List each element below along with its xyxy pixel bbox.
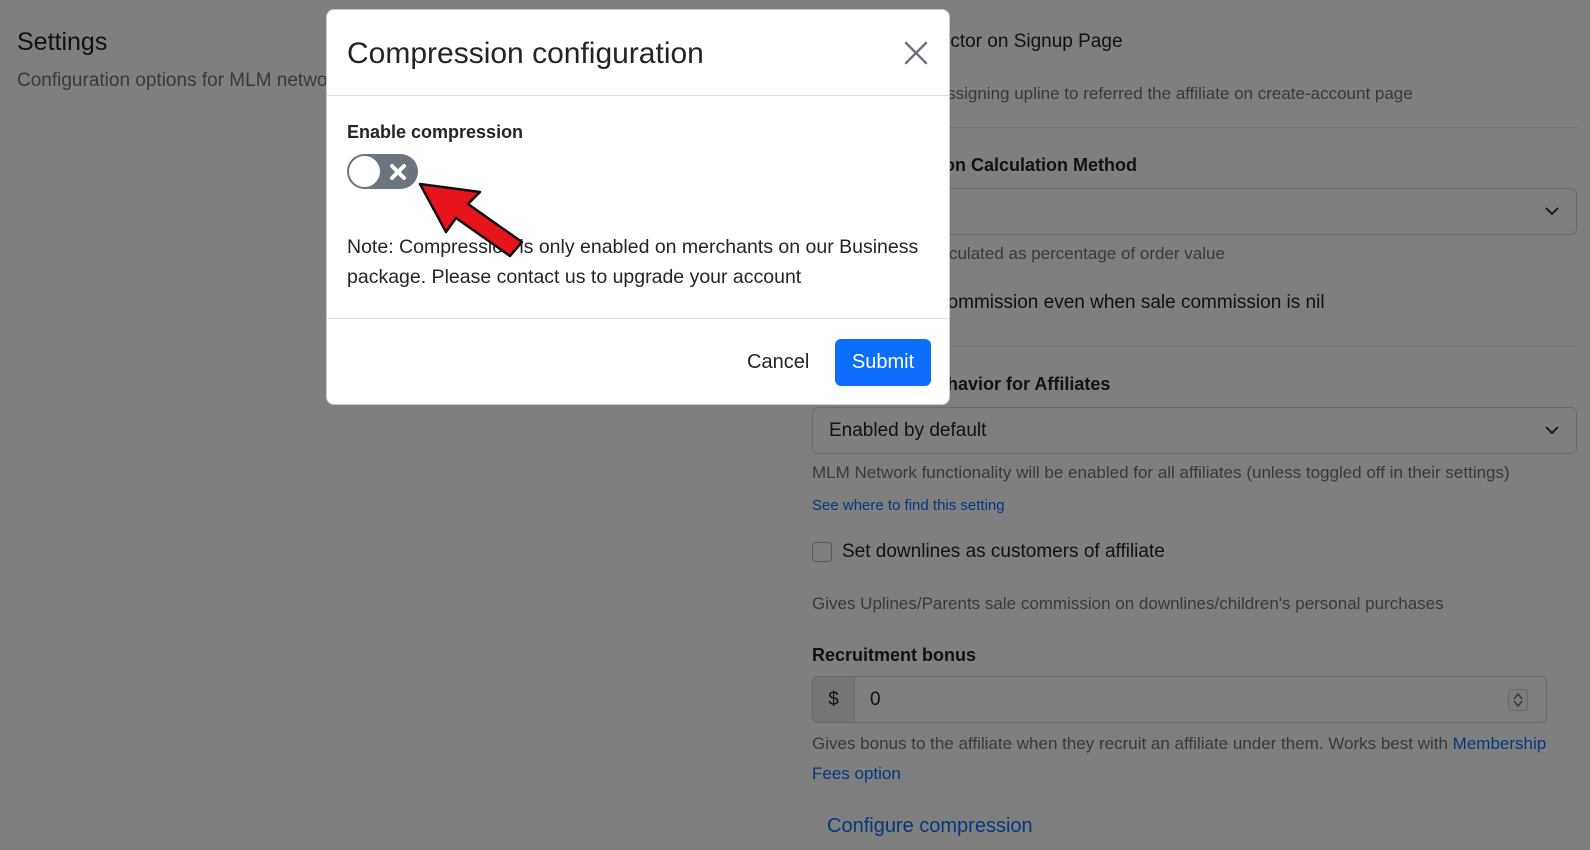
x-mark-icon <box>390 164 406 180</box>
cancel-button[interactable]: Cancel <box>739 339 817 386</box>
page: Settings Configuration options for MLM n… <box>0 0 1590 850</box>
red-arrow-pointer-icon <box>418 182 524 258</box>
submit-button[interactable]: Submit <box>835 339 931 386</box>
close-icon[interactable] <box>903 40 929 66</box>
modal-title: Compression configuration <box>347 37 704 70</box>
enable-compression-toggle[interactable] <box>347 154 418 189</box>
modal-footer: Cancel Submit <box>327 318 949 406</box>
enable-compression-label: Enable compression <box>347 122 524 142</box>
toggle-knob <box>349 156 380 187</box>
modal-header: Compression configuration <box>327 10 949 96</box>
